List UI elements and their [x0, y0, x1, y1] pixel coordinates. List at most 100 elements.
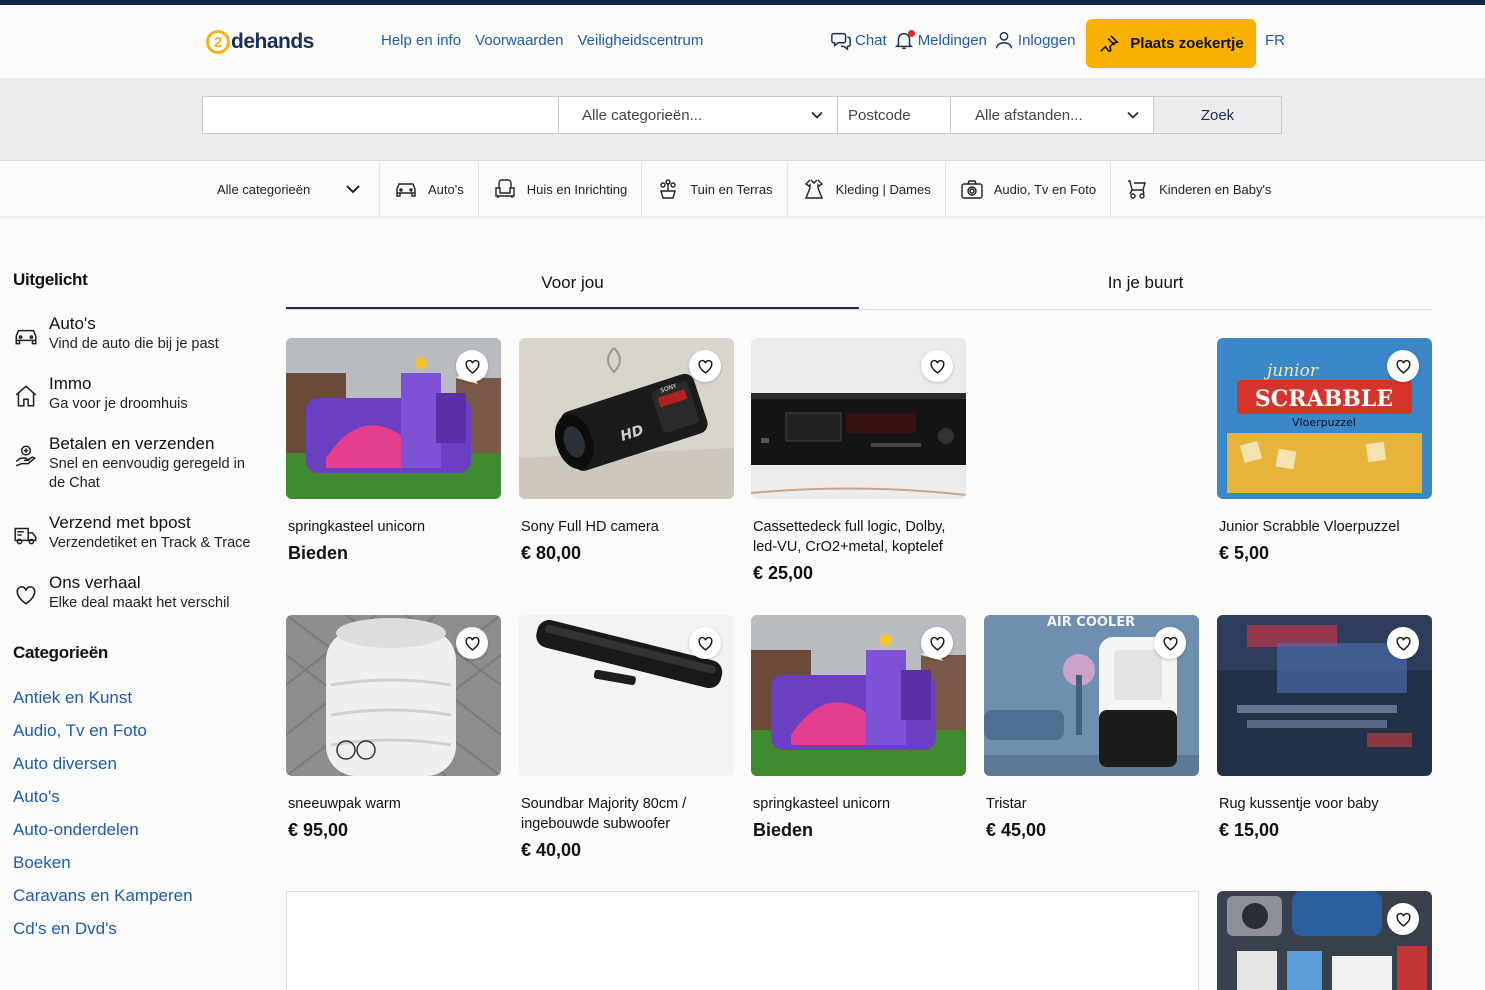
chat-button[interactable]: Chat	[830, 29, 887, 51]
tab-for-you[interactable]: Voor jou	[286, 268, 859, 309]
catbar-item-kids[interactable]: Kinderen en Baby's	[1111, 162, 1285, 216]
listing-title[interactable]: Rug kussentje voor baby	[1219, 794, 1430, 814]
dress-icon	[804, 179, 823, 199]
listing-price: € 40,00	[521, 840, 582, 860]
listing-image[interactable]: SCRABBLE junior Vloerpuzzel	[1217, 338, 1432, 499]
login-button[interactable]: Inloggen	[993, 29, 1075, 51]
help-link[interactable]: Help en info	[381, 32, 461, 49]
tab-nearby[interactable]: In je buurt	[859, 268, 1432, 309]
listing-title[interactable]: springkasteel unicorn	[288, 517, 499, 537]
listing-image[interactable]	[286, 615, 501, 776]
listing-image[interactable]	[1217, 891, 1432, 990]
category-link[interactable]: Auto's	[13, 780, 263, 813]
favorite-button[interactable]	[1387, 627, 1419, 659]
listing-card[interactable]: sneeuwpak warm € 95,00	[286, 615, 501, 841]
featured-item-payment[interactable]: Betalen en verzenden Snel en eenvoudig g…	[13, 434, 263, 493]
postcode-input[interactable]: Postcode	[837, 96, 951, 134]
category-link[interactable]: Boeken	[13, 846, 263, 879]
listing-price: € 15,00	[1219, 820, 1280, 840]
search-button[interactable]: Zoek	[1153, 96, 1282, 134]
listing-title[interactable]: Soundbar Majority 80cm / ingebouwde subw…	[521, 794, 732, 834]
favorite-button[interactable]	[689, 627, 721, 659]
listing-title[interactable]: Cassettedeck full logic, Dolby, led-VU, …	[753, 517, 964, 557]
search-input[interactable]	[202, 96, 559, 134]
logo-text: dehands	[231, 30, 314, 53]
safety-link[interactable]: Veiligheidscentrum	[577, 32, 703, 49]
listing-card[interactable]: AIR COOLER Tristar € 45,00	[984, 615, 1199, 841]
category-link[interactable]: Antiek en Kunst	[13, 681, 263, 714]
listing-card[interactable]: Rug kussentje voor baby € 15,00	[1217, 615, 1432, 841]
camera-icon	[961, 180, 983, 199]
terms-link[interactable]: Voorwaarden	[475, 32, 563, 49]
listing-price: Bieden	[288, 543, 349, 563]
favorite-button[interactable]	[1387, 903, 1419, 935]
category-link[interactable]: Caravans en Kamperen	[13, 879, 263, 912]
listing-title[interactable]: springkasteel unicorn	[753, 794, 964, 814]
category-bar-inner: Alle categorieën Auto's Huis en Inrichti…	[202, 162, 1285, 216]
listing-title[interactable]: Tristar	[986, 794, 1197, 814]
categories-title: Categorieën	[13, 643, 108, 662]
site-logo[interactable]: 2 dehands	[206, 27, 314, 57]
favorite-button[interactable]	[689, 350, 721, 382]
listing-card[interactable]: HD SONY Sony Full HD camera € 80,00	[519, 338, 734, 564]
category-select-value: Alle categorieën...	[582, 106, 703, 124]
listing-title[interactable]: Junior Scrabble Vloerpuzzel	[1219, 517, 1430, 537]
listing-image[interactable]	[286, 338, 501, 499]
listing-price: € 25,00	[753, 563, 814, 583]
category-link[interactable]: Audio, Tv en Foto	[13, 714, 263, 747]
distance-select[interactable]: Alle afstanden...	[950, 96, 1154, 134]
listing-card[interactable]: Cassettedeck full logic, Dolby, led-VU, …	[751, 338, 966, 584]
listing-image[interactable]	[1217, 615, 1432, 776]
listing-card[interactable]: springkasteel unicorn Bieden	[751, 615, 966, 841]
notifications-button[interactable]: Meldingen	[893, 29, 987, 51]
listing-title[interactable]: Sony Full HD camera	[521, 517, 732, 537]
favorite-button[interactable]	[921, 627, 953, 659]
featured-item-cars[interactable]: Auto's Vind de auto die bij je past	[13, 314, 263, 354]
language-switch[interactable]: FR	[1265, 32, 1285, 49]
cooler-text: AIR COOLER	[1047, 615, 1135, 630]
heart-icon	[16, 586, 36, 605]
favorite-button[interactable]	[1387, 350, 1419, 382]
all-categories-dropdown[interactable]: Alle categorieën	[202, 162, 380, 216]
featured-item-immo[interactable]: Immo Ga voor je droomhuis	[13, 374, 263, 414]
scrabble-brand-text: junior	[1263, 361, 1319, 381]
catbar-item-clothing[interactable]: Kleding | Dames	[788, 162, 946, 216]
catbar-item-home[interactable]: Huis en Inrichting	[479, 162, 643, 216]
listing-image[interactable]: HD SONY	[519, 338, 734, 499]
featured-item-story[interactable]: Ons verhaal Elke deal maakt het verschil	[13, 573, 263, 613]
place-ad-button[interactable]: Plaats zoekertje	[1086, 19, 1256, 68]
catbar-item-cars[interactable]: Auto's	[380, 162, 479, 216]
listing-price: Bieden	[753, 820, 814, 840]
category-link[interactable]: Auto diversen	[13, 747, 263, 780]
scrabble-name-text: SCRABBLE	[1255, 386, 1393, 412]
listing-card[interactable]: SCRABBLE junior Vloerpuzzel Junior Scrab…	[1217, 338, 1432, 564]
favorite-button[interactable]	[456, 627, 488, 659]
listing-card[interactable]: Soundbar Majority 80cm / ingebouwde subw…	[519, 615, 734, 861]
catbar-item-garden[interactable]: Tuin en Terras	[642, 162, 788, 216]
chat-icon	[831, 32, 851, 51]
featured-title-text: Auto's	[49, 314, 96, 333]
listing-card[interactable]	[1217, 891, 1432, 990]
notifications-label: Meldingen	[917, 31, 987, 49]
heart-icon	[929, 636, 945, 651]
armchair-icon	[495, 179, 515, 198]
category-link[interactable]: Cd's en Dvd's	[13, 912, 263, 945]
listing-title[interactable]: sneeuwpak warm	[288, 794, 499, 814]
favorite-button[interactable]	[1154, 627, 1186, 659]
featured-item-bpost[interactable]: Verzend met bpost Verzendetiket en Track…	[13, 513, 263, 553]
listing-image[interactable]: AIR COOLER	[984, 615, 1199, 776]
listing-image[interactable]	[519, 615, 734, 776]
featured-title-text: Verzend met bpost	[49, 513, 191, 532]
featured-text: Auto's Vind de auto die bij je past	[49, 314, 219, 354]
favorite-button[interactable]	[921, 350, 953, 382]
heart-icon	[1395, 636, 1411, 651]
category-link[interactable]: Auto-onderdelen	[13, 813, 263, 846]
car-icon	[396, 183, 416, 197]
catbar-item-audio[interactable]: Audio, Tv en Foto	[946, 162, 1112, 216]
heart-icon	[464, 359, 480, 374]
listing-card[interactable]: springkasteel unicorn Bieden	[286, 338, 501, 564]
favorite-button[interactable]	[456, 350, 488, 382]
category-select[interactable]: Alle categorieën...	[558, 96, 838, 134]
listing-image[interactable]	[751, 615, 966, 776]
listing-image[interactable]	[751, 338, 966, 499]
